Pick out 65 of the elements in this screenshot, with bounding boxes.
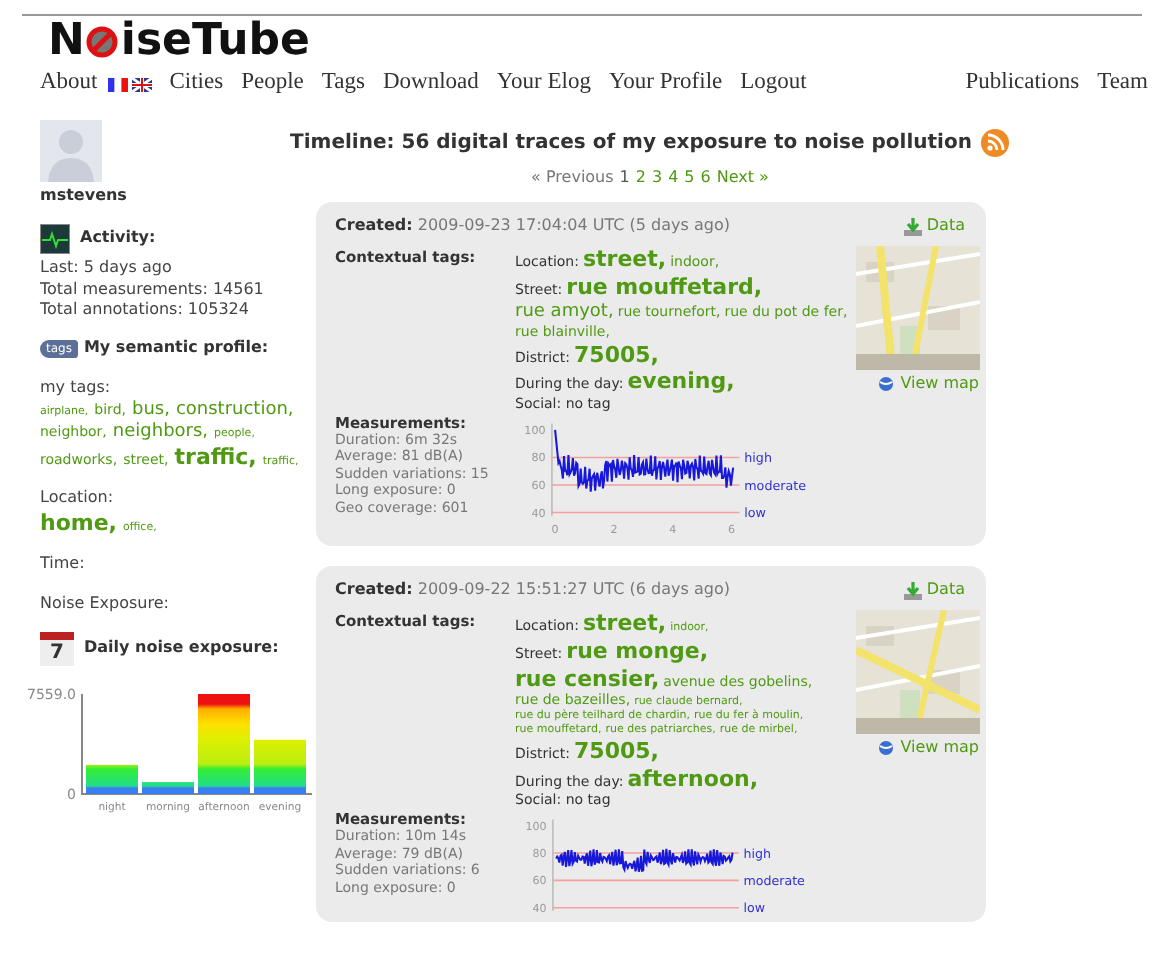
tag-link[interactable]: 75005, — [574, 341, 659, 369]
nav-link[interactable]: Publications — [965, 66, 1080, 102]
page-link[interactable]: 2 — [635, 166, 646, 190]
globe-icon — [878, 376, 895, 392]
tag-link[interactable]: neighbors, — [112, 422, 209, 445]
nav-link[interactable]: Tags — [321, 66, 365, 102]
data-link[interactable]: Data — [904, 214, 965, 238]
chart-bar — [254, 740, 306, 795]
activity-text: Total measurements: 14561 — [40, 279, 266, 301]
download-icon — [904, 217, 923, 235]
nav-link[interactable]: Logout — [740, 66, 807, 102]
page-link[interactable]: 3 — [651, 166, 663, 190]
my-tags-label: my tags: — [40, 377, 113, 400]
created-date: Created: 2009-09-23 17:04:04 UTC (5 days ago) — [335, 214, 730, 238]
location-label: Location: — [40, 488, 116, 510]
noise-exposure-label: Noise Exposure: — [40, 594, 171, 617]
tag-link[interactable]: home, — [40, 509, 117, 538]
section-heading: Daily noise exposure: — [84, 638, 279, 661]
chart-bar — [142, 782, 194, 795]
tag-link[interactable]: evening, — [627, 368, 735, 396]
flag-icon[interactable] — [107, 77, 128, 91]
nav-link[interactable]: About — [40, 66, 98, 102]
tag-link[interactable]: rue censier, — [515, 665, 660, 693]
tag-link[interactable]: rue mouffetard, — [566, 273, 763, 301]
tag-link[interactable]: bus, — [131, 399, 170, 423]
flag-icon[interactable] — [131, 77, 152, 91]
nav-link[interactable]: Your Elog — [496, 66, 591, 102]
tag-link[interactable]: afternoon, — [627, 765, 759, 793]
nav-link[interactable]: Team — [1097, 66, 1148, 102]
section-heading: My semantic profile: — [83, 338, 269, 360]
section-heading: Activity: — [80, 227, 156, 250]
nav-link[interactable]: Cities — [169, 66, 224, 102]
no-sign-icon — [86, 26, 119, 58]
tag-link[interactable]: rue monge, — [566, 637, 709, 666]
tag-link[interactable]: street, — [582, 610, 667, 638]
pulse-icon — [40, 223, 70, 254]
view-map-link[interactable]: View map — [878, 372, 979, 396]
next-link[interactable]: Next » — [716, 166, 769, 190]
nav-link[interactable]: People — [241, 66, 304, 102]
logo[interactable]: N iseTube — [0, 16, 1164, 64]
username: mstevens — [40, 186, 129, 208]
avatar-icon — [40, 120, 102, 182]
view-map-link[interactable]: View map — [878, 736, 979, 761]
page-link[interactable]: 4 — [668, 166, 679, 190]
data-link[interactable]: Data — [904, 578, 965, 603]
tag-link[interactable]: street, — [582, 246, 667, 274]
page-link[interactable]: 6 — [700, 166, 711, 190]
created-date: Created: 2009-09-22 15:51:27 UTC (6 days ago) — [335, 578, 730, 603]
timeline-title: Timeline: 56 digital traces of my exposure to noise pollution — [290, 130, 972, 158]
activity-text: Total annotations: 105324 — [40, 300, 251, 323]
chart-bar — [198, 694, 250, 795]
download-icon — [904, 581, 923, 600]
chart-bar — [86, 765, 138, 795]
tag-link[interactable]: traffic, — [174, 444, 257, 473]
nav-link[interactable]: Your Profile — [608, 66, 723, 102]
page-link[interactable]: 5 — [684, 166, 695, 190]
activity-text: Last: 5 days ago — [40, 257, 174, 280]
tag-link[interactable]: construction, — [175, 399, 294, 423]
page-link[interactable]: 1 — [619, 166, 630, 190]
calendar-icon: 7 — [40, 632, 74, 667]
time-label: Time: — [40, 553, 87, 575]
tag-link[interactable]: 75005, — [574, 737, 659, 766]
tag-link[interactable]: rue amyot, — [515, 301, 614, 324]
nav-link[interactable]: Download — [382, 66, 479, 102]
globe-icon — [878, 740, 895, 757]
